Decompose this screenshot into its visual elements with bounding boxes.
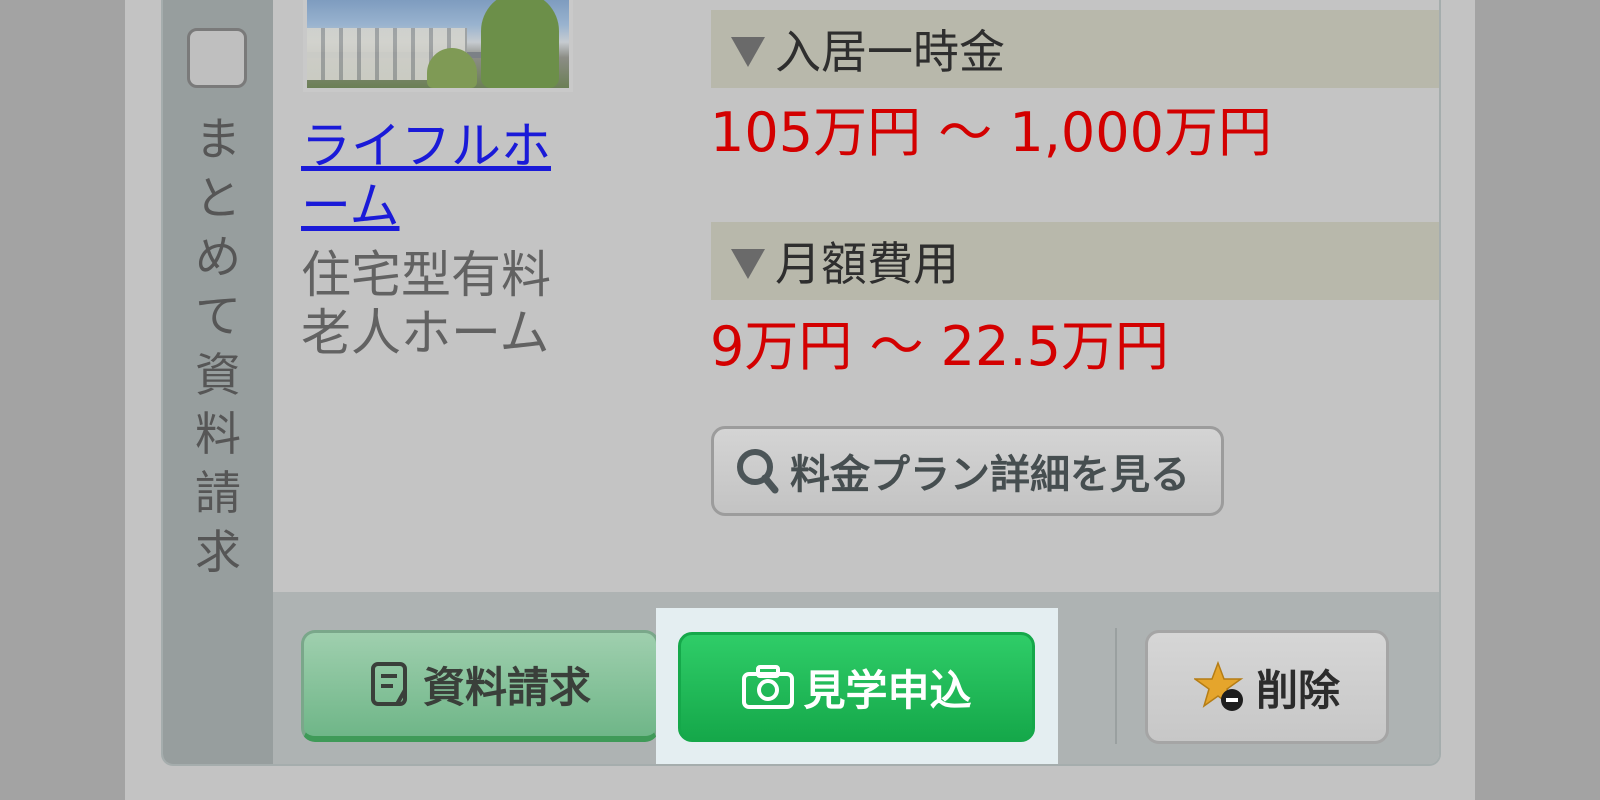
price-plan-details-label: 料金プラン詳細を見る	[790, 452, 1190, 498]
document-icon	[369, 660, 415, 710]
page-background: まとめて資料請求 ライフルホーム 住宅型有料老人ホーム 入居一時金 105万円 …	[125, 0, 1475, 800]
request-materials-label: 資料請求	[422, 663, 591, 712]
request-materials-button[interactable]: 資料請求	[301, 630, 659, 742]
search-icon	[737, 449, 779, 494]
price-plan-details-button[interactable]: 料金プラン詳細を見る	[711, 426, 1224, 516]
bulk-request-column: まとめて資料請求	[163, 0, 273, 764]
bulk-request-checkbox[interactable]	[187, 28, 247, 88]
facility-photo[interactable]	[303, 0, 573, 92]
monthly-fee-header-label: 月額費用	[775, 237, 959, 291]
entrance-fee-header-label: 入居一時金	[775, 25, 1005, 79]
star-minus-icon	[1193, 660, 1248, 714]
entrance-fee-value: 105万円 〜 1,000万円	[710, 101, 1272, 164]
action-divider	[1115, 628, 1117, 744]
visit-request-button[interactable]: 見学申込	[678, 632, 1035, 742]
monthly-fee-value: 9万円 〜 22.5万円	[710, 315, 1169, 378]
triangle-down-icon	[731, 249, 765, 279]
camera-icon	[741, 664, 795, 710]
triangle-down-icon	[731, 37, 765, 67]
entrance-fee-header: 入居一時金	[711, 10, 1439, 88]
visit-request-label: 見学申込	[803, 665, 972, 715]
facility-name-link[interactable]: ライフルホーム	[301, 116, 561, 236]
facility-card: まとめて資料請求 ライフルホーム 住宅型有料老人ホーム 入居一時金 105万円 …	[161, 0, 1441, 766]
action-bar: 資料請求 見学申込 削除	[273, 592, 1439, 764]
delete-label: 削除	[1255, 665, 1340, 715]
facility-content: ライフルホーム 住宅型有料老人ホーム 入居一時金 105万円 〜 1,000万円…	[273, 0, 1439, 592]
facility-type: 住宅型有料老人ホーム	[301, 246, 551, 362]
bulk-request-label: まとめて資料請求	[195, 112, 241, 579]
monthly-fee-header: 月額費用	[711, 222, 1439, 300]
delete-button[interactable]: 削除	[1145, 630, 1389, 744]
